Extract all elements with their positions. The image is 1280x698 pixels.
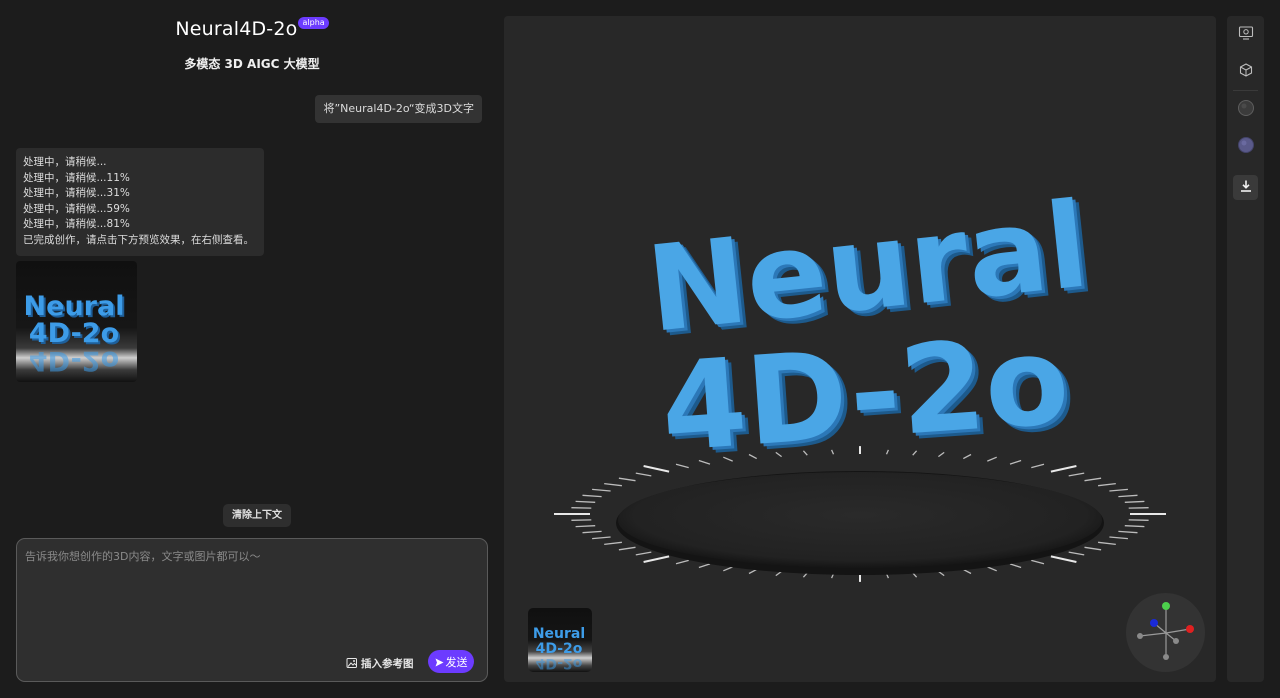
turntable-tick: [1118, 494, 1138, 498]
insert-reference-label: 插入参考图: [361, 657, 414, 670]
result-thumbnail-art: Neural Neural 4D-2o 4D-2o 4D-2o: [24, 291, 127, 376]
axis-gizmo[interactable]: [1126, 593, 1205, 672]
turntable-tick: [1124, 500, 1145, 503]
app-root: Neural4D-2o alpha 多模态 3D AIGC 大模型 将”Neura…: [0, 0, 1280, 698]
turntable-tick: [962, 568, 972, 575]
model-icon: [1238, 62, 1254, 82]
turntable-tick: [582, 530, 602, 534]
turntable-platform: [618, 472, 1102, 568]
turntable-tick: [1109, 536, 1128, 540]
download-icon: [1239, 178, 1253, 197]
bot-message-line: 处理中，请稍候...: [23, 156, 107, 168]
model-word-2: 4D-2o 4D-2o 4D-2o: [657, 309, 1080, 485]
turntable-tick: [643, 555, 670, 563]
y-axis-handle[interactable]: [1162, 602, 1170, 610]
thumbnail-word-2: 4D-2o: [29, 318, 119, 349]
thumbnail-reflection: 4D-2o: [29, 345, 119, 376]
turntable-tick: [723, 566, 733, 572]
monitor-icon: [1238, 25, 1254, 45]
title-row: Neural4D-2o alpha: [0, 17, 504, 40]
turntable-tick: [1124, 525, 1145, 528]
model-button[interactable]: [1233, 59, 1258, 84]
turntable-tick: [1098, 541, 1116, 546]
turntable-tick: [1050, 465, 1077, 473]
preview-word-2: 4D-2o: [536, 641, 583, 657]
turntable-tick: [1050, 555, 1077, 563]
preview-thumbnail[interactable]: Neural 4D-2o 4D-2o: [528, 608, 592, 672]
turntable-tick: [575, 525, 596, 528]
preview-word-1: Neural: [533, 626, 585, 642]
3d-scene: Neural Neural Neural 4D-2o 4D-2o 4D-2o: [554, 176, 1166, 582]
monitor-button[interactable]: [1233, 22, 1258, 47]
turntable-tick: [575, 500, 596, 503]
dark-material-icon: [1237, 99, 1255, 121]
insert-reference-button[interactable]: 插入参考图: [346, 654, 414, 672]
bot-message-line: 处理中，请稍候...11%: [23, 171, 130, 184]
turntable-tick: [1031, 559, 1045, 565]
turntable-tick: [1109, 488, 1128, 492]
turntable-tick: [1098, 482, 1116, 487]
bot-message-line: 处理中，请稍候...59%: [23, 202, 130, 215]
send-button[interactable]: 发送: [428, 650, 474, 673]
bot-message-line: 已完成创作，请点击下方预览效果，在右侧查看。: [23, 233, 254, 246]
x-axis-handle[interactable]: [1186, 625, 1194, 633]
turntable-tick: [748, 568, 758, 575]
preview-reflection: 4D-2o: [536, 655, 583, 671]
turntable-tick: [618, 477, 636, 482]
turntable-tick: [604, 541, 622, 546]
alpha-badge: alpha: [298, 17, 329, 29]
app-subtitle: 多模态 3D AIGC 大模型: [184, 57, 320, 71]
send-arrow-icon: [435, 657, 444, 667]
download-button[interactable]: [1233, 175, 1258, 200]
turntable-tick: [1084, 477, 1102, 482]
clear-context-button[interactable]: 清除上下文: [223, 504, 291, 527]
turntable-tick: [987, 566, 997, 572]
send-label: 发送: [445, 655, 468, 669]
prompt-input[interactable]: [25, 548, 475, 638]
z-axis-handle[interactable]: [1150, 619, 1158, 627]
app-title: Neural4D-2o: [175, 18, 298, 40]
dark-material-button[interactable]: [1233, 97, 1258, 122]
turntable-tick: [592, 488, 611, 492]
turntable-tick: [1068, 551, 1085, 556]
turntable-tick: [1009, 459, 1022, 465]
bot-message-line: 处理中，请稍候...81%: [23, 218, 130, 231]
image-icon: [346, 657, 358, 669]
axis-gizmo-icon: [1137, 602, 1194, 660]
turntable-tick: [635, 472, 652, 477]
purple-material-button[interactable]: [1233, 134, 1258, 159]
turntable-tick: [675, 559, 689, 565]
prompt-box: 插入参考图 发送: [16, 538, 488, 682]
3d-viewport[interactable]: Neural Neural Neural 4D-2o 4D-2o 4D-2o N…: [504, 16, 1216, 682]
tool-separator: [1233, 90, 1258, 91]
preview-thumbnail-art: Neural 4D-2o 4D-2o: [533, 626, 585, 671]
turntable-tick: [582, 494, 602, 498]
result-thumbnail[interactable]: Neural Neural 4D-2o 4D-2o 4D-2o: [16, 261, 137, 382]
turntable-tick: [592, 536, 611, 540]
turntable-tick: [635, 551, 652, 556]
bot-message-line: 处理中，请稍候...31%: [23, 187, 130, 200]
turntable-tick: [1084, 546, 1102, 551]
turntable-tick: [604, 482, 622, 487]
tool-strip: [1227, 16, 1264, 682]
turntable-tick: [618, 546, 636, 551]
turntable-tick: [1118, 530, 1138, 534]
turntable-tick: [698, 563, 711, 569]
turntable-tick: [1068, 472, 1085, 477]
user-message: 将”Neural4D-2o“变成3D文字: [315, 95, 482, 123]
turntable-tick: [1031, 463, 1045, 469]
turntable-tick: [1009, 563, 1022, 569]
bot-message: 处理中，请稍候... 处理中，请稍候...11% 处理中，请稍候...31% 处…: [16, 148, 264, 256]
chat-panel: Neural4D-2o alpha 多模态 3D AIGC 大模型 将”Neura…: [0, 0, 504, 698]
purple-material-icon: [1237, 136, 1255, 158]
model-word-2-face: 4D-2o: [657, 309, 1074, 479]
